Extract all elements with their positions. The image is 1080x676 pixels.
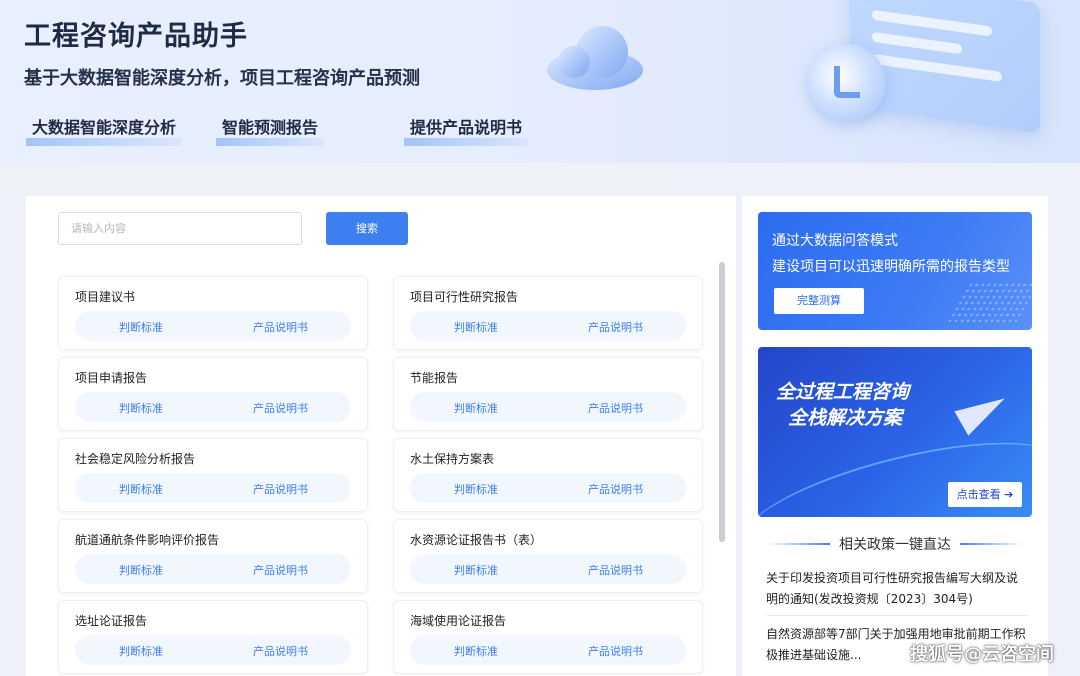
promo-line: 通过大数据问答模式 [772, 233, 898, 249]
product-card: 海域使用论证报告 判断标准 产品说明书 [393, 600, 703, 674]
manual-link[interactable]: 产品说明书 [588, 562, 643, 578]
criteria-link[interactable]: 判断标准 [119, 481, 163, 497]
feature-tag-big-data: 大数据智能深度分析 [26, 114, 183, 146]
card-title: 项目建议书 [75, 290, 136, 304]
manual-link[interactable]: 产品说明书 [253, 319, 308, 335]
dot-pattern-decoration [946, 282, 1032, 322]
card-title: 水土保持方案表 [410, 452, 495, 466]
view-details-button[interactable]: 点击查看 ➔ [948, 482, 1022, 507]
promo-line: 建设项目可以迅速明确所需的报告类型 [772, 259, 1010, 275]
card-title: 海域使用论证报告 [410, 614, 507, 628]
card-title: 社会稳定风险分析报告 [75, 452, 196, 466]
manual-link[interactable]: 产品说明书 [588, 400, 643, 416]
product-card: 选址论证报告 判断标准 产品说明书 [58, 600, 368, 674]
product-card: 项目建议书 判断标准 产品说明书 [58, 276, 368, 350]
manual-link[interactable]: 产品说明书 [588, 319, 643, 335]
card-title: 选址论证报告 [75, 614, 148, 628]
sidebar-right: 通过大数据问答模式 建设项目可以迅速明确所需的报告类型 完整测算 全过程工程咨询… [742, 196, 1048, 676]
full-estimate-button[interactable]: 完整测算 [774, 288, 864, 314]
criteria-link[interactable]: 判断标准 [454, 481, 498, 497]
cloud-icon [547, 26, 643, 90]
card-title: 水资源论证报告书（表） [410, 533, 543, 547]
card-title: 项目申请报告 [75, 371, 148, 385]
manual-link[interactable]: 产品说明书 [253, 481, 308, 497]
product-card: 水土保持方案表 判断标准 产品说明书 [393, 438, 703, 512]
manual-link[interactable]: 产品说明书 [588, 481, 643, 497]
card-title: 项目可行性研究报告 [410, 290, 519, 304]
promo-banner-qa[interactable]: 通过大数据问答模式 建设项目可以迅速明确所需的报告类型 完整测算 [758, 212, 1032, 330]
criteria-link[interactable]: 判断标准 [119, 319, 163, 335]
header-banner: 工程咨询产品助手 基于大数据智能深度分析，项目工程咨询产品预测 大数据智能深度分… [0, 0, 1080, 163]
manual-link[interactable]: 产品说明书 [253, 400, 308, 416]
feature-tag-manual: 提供产品说明书 [404, 114, 529, 146]
criteria-link[interactable]: 判断标准 [454, 400, 498, 416]
manual-link[interactable]: 产品说明书 [588, 643, 643, 659]
promo-banner-solution[interactable]: 全过程工程咨询 全栈解决方案 点击查看 ➔ [758, 347, 1032, 517]
scrollbar[interactable] [719, 262, 725, 542]
logo-badge-icon [808, 44, 886, 122]
watermark: 搜狐号@云咨空间 [910, 644, 1054, 665]
page-title: 工程咨询产品助手 [24, 21, 248, 52]
criteria-link[interactable]: 判断标准 [119, 643, 163, 659]
promo-heading: 全栈解决方案 [788, 407, 903, 429]
search-input[interactable]: 请输入内容 [58, 212, 302, 245]
feature-tag-prediction: 智能预测报告 [216, 114, 325, 146]
search-button[interactable]: 搜索 [326, 212, 408, 245]
card-title: 航道通航条件影响评价报告 [75, 533, 220, 547]
page-subtitle: 基于大数据智能深度分析，项目工程咨询产品预测 [24, 68, 420, 89]
product-card: 节能报告 判断标准 产品说明书 [393, 357, 703, 431]
promo-heading: 全过程工程咨询 [776, 381, 910, 403]
product-card: 航道通航条件影响评价报告 判断标准 产品说明书 [58, 519, 368, 593]
product-card: 项目可行性研究报告 判断标准 产品说明书 [393, 276, 703, 350]
manual-link[interactable]: 产品说明书 [253, 643, 308, 659]
card-title: 节能报告 [410, 371, 459, 385]
criteria-link[interactable]: 判断标准 [119, 562, 163, 578]
criteria-link[interactable]: 判断标准 [119, 400, 163, 416]
criteria-link[interactable]: 判断标准 [454, 562, 498, 578]
criteria-link[interactable]: 判断标准 [454, 319, 498, 335]
policy-section-heading: 相关政策一键直达 [758, 534, 1032, 554]
manual-link[interactable]: 产品说明书 [253, 562, 308, 578]
criteria-link[interactable]: 判断标准 [454, 643, 498, 659]
product-list-panel: 请输入内容 搜索 项目建议书 判断标准 产品说明书 项目可行性研究报告 判断标准… [26, 196, 736, 676]
product-card: 项目申请报告 判断标准 产品说明书 [58, 357, 368, 431]
product-card: 水资源论证报告书（表） 判断标准 产品说明书 [393, 519, 703, 593]
divider [766, 615, 1028, 616]
product-card: 社会稳定风险分析报告 判断标准 产品说明书 [58, 438, 368, 512]
policy-link[interactable]: 关于印发投资项目可行性研究报告编写大纲及说明的通知(发改投资规〔2023〕304… [766, 568, 1028, 610]
paper-plane-icon [954, 386, 1012, 436]
